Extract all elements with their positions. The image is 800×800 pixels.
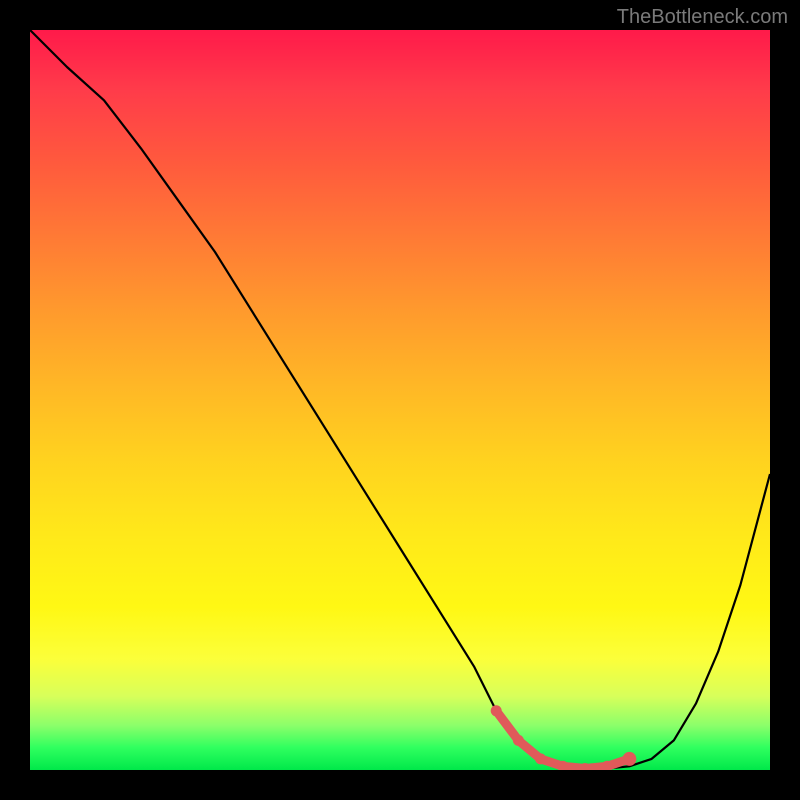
- chart-plot-area: [30, 30, 770, 770]
- bottleneck-curve: [30, 30, 770, 770]
- attribution-text: TheBottleneck.com: [617, 6, 788, 29]
- curve-path: [30, 30, 770, 769]
- optimal-segment-dot: [491, 705, 502, 716]
- optimal-segment-dot: [513, 735, 524, 746]
- optimal-segment-dot: [535, 753, 546, 764]
- optimal-segment-end-dot: [622, 752, 636, 766]
